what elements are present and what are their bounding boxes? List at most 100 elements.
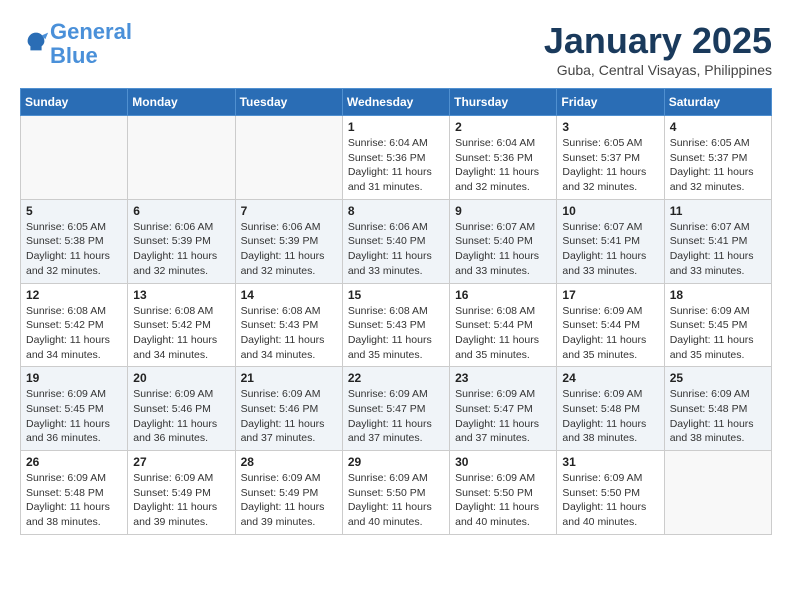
- weekday-header-row: SundayMondayTuesdayWednesdayThursdayFrid…: [21, 89, 772, 116]
- calendar-cell: 30Sunrise: 6:09 AMSunset: 5:50 PMDayligh…: [450, 451, 557, 535]
- calendar-cell: 14Sunrise: 6:08 AMSunset: 5:43 PMDayligh…: [235, 283, 342, 367]
- day-info: Sunrise: 6:06 AMSunset: 5:39 PMDaylight:…: [241, 220, 337, 279]
- calendar-cell: 28 Sunrise: 6:09 AMSunset: 5:49 PMDayligh…: [235, 451, 342, 535]
- day-number: 25: [670, 371, 766, 385]
- day-number: 29: [348, 455, 444, 469]
- day-number: 24: [562, 371, 658, 385]
- day-info: Sunrise: 6:09 AMSunset: 5:48 PMDaylight:…: [670, 387, 766, 446]
- calendar-cell: [128, 116, 235, 200]
- calendar-cell: 24 Sunrise: 6:09 AMSunset: 5:48 PMDayligh…: [557, 367, 664, 451]
- day-number: 8: [348, 204, 444, 218]
- day-info: Sunrise: 6:09 AMSunset: 5:48 PMDaylight:…: [562, 387, 658, 446]
- day-number: 10: [562, 204, 658, 218]
- calendar-cell: [235, 116, 342, 200]
- day-number: 11: [670, 204, 766, 218]
- calendar-cell: 19 Sunrise: 6:09 AMSunset: 5:45 PMDayligh…: [21, 367, 128, 451]
- day-number: 18: [670, 288, 766, 302]
- calendar-cell: 12 Sunrise: 6:08 AMSunset: 5:42 PMDayligh…: [21, 283, 128, 367]
- day-info: Sunrise: 6:06 AMSunset: 5:39 PMDaylight:…: [133, 220, 229, 279]
- calendar-cell: 31 Sunrise: 6:09 AMSunset: 5:50 PMDayligh…: [557, 451, 664, 535]
- calendar-week-row: 5Sunrise: 6:05 AMSunset: 5:38 PMDaylight…: [21, 199, 772, 283]
- day-number: 31: [562, 455, 658, 469]
- calendar-cell: 1 Sunrise: 6:04 AMSunset: 5:36 PMDaylight…: [342, 116, 449, 200]
- day-info: Sunrise: 6:09 AMSunset: 5:48 PMDaylight:…: [26, 471, 122, 530]
- day-info: Sunrise: 6:06 AMSunset: 5:40 PMDaylight:…: [348, 220, 444, 279]
- calendar-cell: 29 Sunrise: 6:09 AMSunset: 5:50 PMDayligh…: [342, 451, 449, 535]
- weekday-header-saturday: Saturday: [664, 89, 771, 116]
- day-number: 2: [455, 120, 551, 134]
- calendar-cell: 2 Sunrise: 6:04 AMSunset: 5:36 PMDaylight…: [450, 116, 557, 200]
- calendar-cell: [664, 451, 771, 535]
- day-info: Sunrise: 6:08 AMSunset: 5:42 PMDaylight:…: [26, 304, 122, 363]
- day-info: Sunrise: 6:05 AMSunset: 5:37 PMDaylight:…: [670, 136, 766, 195]
- day-number: 26: [26, 455, 122, 469]
- day-info: Sunrise: 6:05 AMSunset: 5:38 PMDaylight:…: [26, 220, 122, 279]
- day-info: Sunrise: 6:07 AMSunset: 5:40 PMDaylight:…: [455, 220, 551, 279]
- day-number: 20: [133, 371, 229, 385]
- day-info: Sunrise: 6:04 AMSunset: 5:36 PMDaylight:…: [455, 136, 551, 195]
- day-info: Sunrise: 6:09 AMSunset: 5:50 PMDaylight:…: [562, 471, 658, 530]
- calendar-cell: 11 Sunrise: 6:07 AMSunset: 5:41 PMDayligh…: [664, 199, 771, 283]
- day-info: Sunrise: 6:09 AMSunset: 5:47 PMDaylight:…: [348, 387, 444, 446]
- calendar-cell: 16 Sunrise: 6:08 AMSunset: 5:44 PMDayligh…: [450, 283, 557, 367]
- calendar-week-row: 19 Sunrise: 6:09 AMSunset: 5:45 PMDayligh…: [21, 367, 772, 451]
- weekday-header-sunday: Sunday: [21, 89, 128, 116]
- calendar-cell: 20Sunrise: 6:09 AMSunset: 5:46 PMDayligh…: [128, 367, 235, 451]
- day-info: Sunrise: 6:09 AMSunset: 5:50 PMDaylight:…: [348, 471, 444, 530]
- day-info: Sunrise: 6:09 AMSunset: 5:49 PMDaylight:…: [241, 471, 337, 530]
- day-info: Sunrise: 6:09 AMSunset: 5:45 PMDaylight:…: [26, 387, 122, 446]
- day-number: 23: [455, 371, 551, 385]
- calendar-cell: 5Sunrise: 6:05 AMSunset: 5:38 PMDaylight…: [21, 199, 128, 283]
- day-info: Sunrise: 6:08 AMSunset: 5:42 PMDaylight:…: [133, 304, 229, 363]
- calendar-cell: 10 Sunrise: 6:07 AMSunset: 5:41 PMDayligh…: [557, 199, 664, 283]
- location-title: Guba, Central Visayas, Philippines: [544, 62, 772, 78]
- day-info: Sunrise: 6:08 AMSunset: 5:44 PMDaylight:…: [455, 304, 551, 363]
- day-info: Sunrise: 6:04 AMSunset: 5:36 PMDaylight:…: [348, 136, 444, 195]
- day-info: Sunrise: 6:09 AMSunset: 5:50 PMDaylight:…: [455, 471, 551, 530]
- day-number: 12: [26, 288, 122, 302]
- month-title: January 2025: [544, 20, 772, 62]
- weekday-header-monday: Monday: [128, 89, 235, 116]
- weekday-header-thursday: Thursday: [450, 89, 557, 116]
- logo: General Blue: [20, 20, 132, 68]
- day-info: Sunrise: 6:09 AMSunset: 5:46 PMDaylight:…: [241, 387, 337, 446]
- day-number: 13: [133, 288, 229, 302]
- day-info: Sunrise: 6:08 AMSunset: 5:43 PMDaylight:…: [241, 304, 337, 363]
- calendar-week-row: 1 Sunrise: 6:04 AMSunset: 5:36 PMDaylight…: [21, 116, 772, 200]
- calendar-cell: 13 Sunrise: 6:08 AMSunset: 5:42 PMDayligh…: [128, 283, 235, 367]
- calendar-cell: 6 Sunrise: 6:06 AMSunset: 5:39 PMDaylight…: [128, 199, 235, 283]
- calendar-cell: [21, 116, 128, 200]
- calendar-cell: 22 Sunrise: 6:09 AMSunset: 5:47 PMDayligh…: [342, 367, 449, 451]
- day-info: Sunrise: 6:07 AMSunset: 5:41 PMDaylight:…: [562, 220, 658, 279]
- calendar-cell: 15 Sunrise: 6:08 AMSunset: 5:43 PMDayligh…: [342, 283, 449, 367]
- calendar-week-row: 12 Sunrise: 6:08 AMSunset: 5:42 PMDayligh…: [21, 283, 772, 367]
- calendar-cell: 26 Sunrise: 6:09 AMSunset: 5:48 PMDayligh…: [21, 451, 128, 535]
- day-number: 9: [455, 204, 551, 218]
- day-number: 6: [133, 204, 229, 218]
- calendar-cell: 18 Sunrise: 6:09 AMSunset: 5:45 PMDayligh…: [664, 283, 771, 367]
- calendar-cell: 21Sunrise: 6:09 AMSunset: 5:46 PMDayligh…: [235, 367, 342, 451]
- day-info: Sunrise: 6:05 AMSunset: 5:37 PMDaylight:…: [562, 136, 658, 195]
- calendar-cell: 17Sunrise: 6:09 AMSunset: 5:44 PMDayligh…: [557, 283, 664, 367]
- calendar-cell: 9 Sunrise: 6:07 AMSunset: 5:40 PMDaylight…: [450, 199, 557, 283]
- day-info: Sunrise: 6:09 AMSunset: 5:45 PMDaylight:…: [670, 304, 766, 363]
- calendar-cell: 3 Sunrise: 6:05 AMSunset: 5:37 PMDaylight…: [557, 116, 664, 200]
- logo-text: General Blue: [50, 20, 132, 68]
- day-info: Sunrise: 6:09 AMSunset: 5:44 PMDaylight:…: [562, 304, 658, 363]
- logo-icon: [22, 28, 50, 56]
- weekday-header-tuesday: Tuesday: [235, 89, 342, 116]
- day-number: 19: [26, 371, 122, 385]
- day-number: 22: [348, 371, 444, 385]
- page-header: General Blue January 2025 Guba, Central …: [20, 20, 772, 78]
- title-section: January 2025 Guba, Central Visayas, Phil…: [544, 20, 772, 78]
- day-number: 28: [241, 455, 337, 469]
- day-info: Sunrise: 6:08 AMSunset: 5:43 PMDaylight:…: [348, 304, 444, 363]
- day-number: 4: [670, 120, 766, 134]
- calendar-cell: 25 Sunrise: 6:09 AMSunset: 5:48 PMDayligh…: [664, 367, 771, 451]
- calendar-week-row: 26 Sunrise: 6:09 AMSunset: 5:48 PMDayligh…: [21, 451, 772, 535]
- day-number: 1: [348, 120, 444, 134]
- day-number: 3: [562, 120, 658, 134]
- day-info: Sunrise: 6:07 AMSunset: 5:41 PMDaylight:…: [670, 220, 766, 279]
- day-number: 15: [348, 288, 444, 302]
- day-number: 16: [455, 288, 551, 302]
